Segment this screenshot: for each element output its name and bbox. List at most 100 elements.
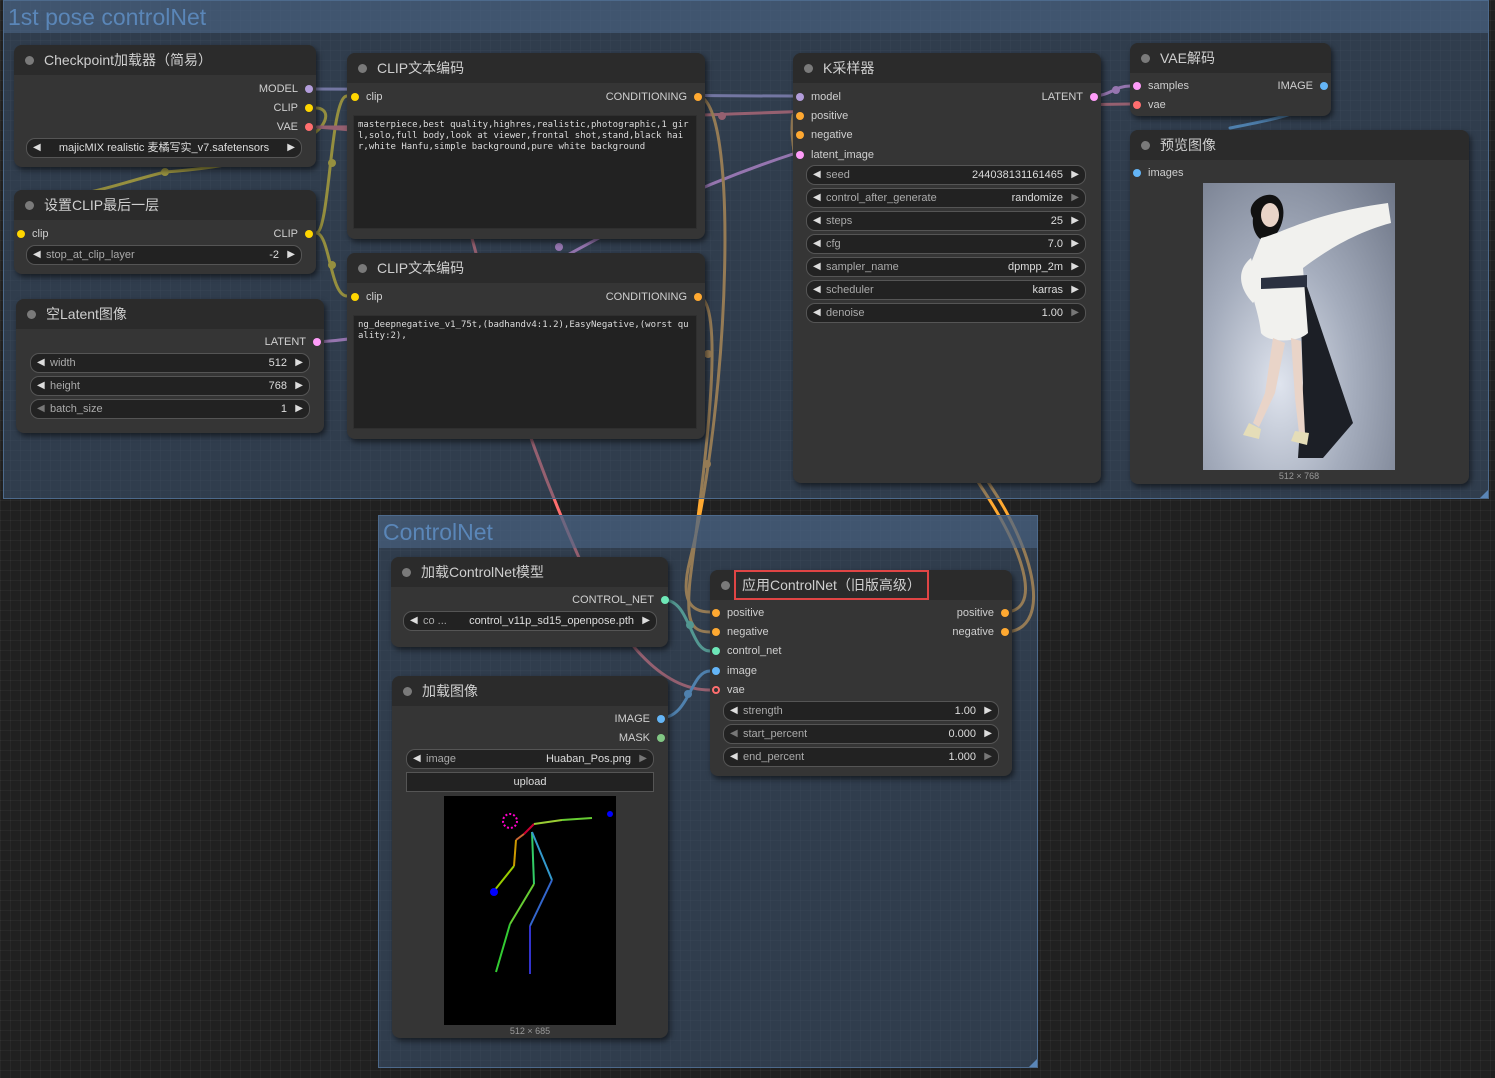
input-pin-icon[interactable]: [796, 151, 804, 159]
collapse-dot-icon[interactable]: [403, 687, 412, 696]
arrow-left-icon[interactable]: ◀: [813, 166, 821, 184]
output-conditioning[interactable]: CONDITIONING: [606, 90, 702, 104]
input-clip[interactable]: clip: [351, 90, 383, 104]
height-widget[interactable]: ◀ height 768 ▶: [30, 376, 310, 396]
arrow-left-icon[interactable]: ◀: [37, 354, 45, 372]
cfg-widget[interactable]: ◀ cfg 7.0 ▶: [806, 234, 1086, 254]
clip-set-last-layer-node[interactable]: 设置CLIP最后一层 clip CLIP ◀ stop_at_clip_layer…: [14, 190, 316, 274]
output-image[interactable]: IMAGE: [615, 712, 665, 726]
upload-button[interactable]: upload: [406, 772, 654, 792]
arrow-right-icon[interactable]: ▶: [984, 725, 992, 743]
output-clip[interactable]: CLIP: [274, 227, 313, 241]
arrow-right-icon[interactable]: ▶: [1071, 212, 1079, 230]
arrow-right-icon[interactable]: ▶: [287, 246, 295, 264]
ckpt-name-combo[interactable]: ◀ majicMIX realistic 麦橘写实_v7.safetensors ▶: [26, 138, 302, 158]
node-title[interactable]: 空Latent图像: [16, 299, 324, 329]
node-title[interactable]: 加载图像: [392, 676, 668, 706]
node-title[interactable]: 设置CLIP最后一层: [14, 190, 316, 220]
controlnet-loader-node[interactable]: 加载ControlNet模型 CONTROL_NET ◀ co ... contro…: [391, 557, 669, 647]
arrow-right-icon[interactable]: ▶: [295, 354, 303, 372]
batch-size-widget[interactable]: ◀ batch_size 1 ▶: [30, 399, 310, 419]
collapse-dot-icon[interactable]: [804, 64, 813, 73]
empty-latent-node[interactable]: 空Latent图像 LATENT ◀ width 512 ▶ ◀ height 768 ▶ …: [16, 299, 324, 433]
input-image[interactable]: image: [712, 664, 757, 678]
output-pin-icon[interactable]: [305, 230, 313, 238]
input-pin-icon[interactable]: [712, 609, 720, 617]
width-widget[interactable]: ◀ width 512 ▶: [30, 353, 310, 373]
vae-decode-node[interactable]: VAE解码 samples vae IMAGE: [1130, 43, 1331, 116]
input-pin-icon[interactable]: [796, 112, 804, 120]
output-clip[interactable]: CLIP: [274, 101, 313, 115]
arrow-right-icon[interactable]: ▶: [1071, 258, 1079, 276]
arrow-right-icon[interactable]: ▶: [1071, 304, 1079, 322]
arrow-left-icon[interactable]: ◀: [730, 748, 738, 766]
output-pin-icon[interactable]: [1001, 628, 1009, 636]
output-pin-icon[interactable]: [313, 338, 321, 346]
start-percent-widget[interactable]: ◀ start_percent 0.000 ▶: [723, 724, 999, 744]
input-positive[interactable]: positive: [796, 109, 848, 123]
input-pin-icon[interactable]: [796, 131, 804, 139]
group-resize-handle[interactable]: [1029, 1059, 1037, 1067]
input-pin-icon[interactable]: [712, 667, 720, 675]
arrow-left-icon[interactable]: ◀: [813, 281, 821, 299]
clip-text-encode-positive-node[interactable]: CLIP文本编码 clip CONDITIONING masterpiece,b…: [347, 53, 705, 239]
output-negative[interactable]: negative: [952, 625, 1009, 639]
preview-image-node[interactable]: 预览图像 images 512 × 768: [1130, 130, 1469, 484]
arrow-left-icon[interactable]: ◀: [37, 400, 45, 418]
input-pin-icon[interactable]: [351, 93, 359, 101]
arrow-right-icon[interactable]: ▶: [1071, 166, 1079, 184]
input-vae[interactable]: vae: [712, 683, 745, 697]
arrow-right-icon[interactable]: ▶: [639, 750, 647, 768]
positive-prompt-textarea[interactable]: masterpiece,best quality,highres,realist…: [353, 115, 697, 229]
arrow-left-icon[interactable]: ◀: [410, 612, 418, 630]
output-latent[interactable]: LATENT: [1042, 90, 1098, 104]
arrow-left-icon[interactable]: ◀: [813, 212, 821, 230]
arrow-left-icon[interactable]: ◀: [413, 750, 421, 768]
end-percent-widget[interactable]: ◀ end_percent 1.000 ▶: [723, 747, 999, 767]
output-image[interactable]: IMAGE: [1278, 79, 1328, 93]
generated-image-preview[interactable]: [1203, 183, 1395, 470]
output-control-net[interactable]: CONTROL_NET: [572, 593, 669, 607]
collapse-dot-icon[interactable]: [25, 56, 34, 65]
input-latent-image[interactable]: latent_image: [796, 148, 874, 162]
output-pin-icon[interactable]: [694, 93, 702, 101]
input-clip[interactable]: clip: [351, 290, 383, 304]
input-pin-icon[interactable]: [712, 686, 720, 694]
arrow-left-icon[interactable]: ◀: [813, 189, 821, 207]
input-model[interactable]: model: [796, 90, 841, 104]
checkpoint-loader-node[interactable]: Checkpoint加载器（简易） MODEL CLIP VAE ◀ majicM…: [14, 45, 316, 167]
arrow-left-icon[interactable]: ◀: [730, 725, 738, 743]
output-pin-icon[interactable]: [1001, 609, 1009, 617]
node-title[interactable]: VAE解码: [1130, 43, 1331, 73]
output-model[interactable]: MODEL: [259, 82, 313, 96]
node-title[interactable]: CLIP文本编码: [347, 53, 705, 83]
arrow-right-icon[interactable]: ▶: [295, 377, 303, 395]
ksampler-node[interactable]: K采样器 model positive negative latent_imag…: [793, 53, 1101, 483]
output-mask[interactable]: MASK: [619, 731, 665, 745]
negative-prompt-textarea[interactable]: ng_deepnegative_v1_75t,(badhandv4:1.2),E…: [353, 315, 697, 429]
collapse-dot-icon[interactable]: [358, 264, 367, 273]
input-pin-icon[interactable]: [17, 230, 25, 238]
node-title[interactable]: Checkpoint加载器（简易）: [14, 45, 316, 75]
node-title[interactable]: CLIP文本编码: [347, 253, 705, 283]
input-pin-icon[interactable]: [796, 93, 804, 101]
arrow-right-icon[interactable]: ▶: [287, 139, 295, 157]
arrow-right-icon[interactable]: ▶: [1071, 281, 1079, 299]
output-pin-icon[interactable]: [305, 123, 313, 131]
group-resize-handle[interactable]: [1480, 490, 1488, 498]
collapse-dot-icon[interactable]: [358, 64, 367, 73]
input-pin-icon[interactable]: [1133, 169, 1141, 177]
arrow-left-icon[interactable]: ◀: [813, 258, 821, 276]
output-pin-icon[interactable]: [694, 293, 702, 301]
output-pin-icon[interactable]: [657, 715, 665, 723]
clip-text-encode-negative-node[interactable]: CLIP文本编码 clip CONDITIONING ng_deepnegati…: [347, 253, 705, 439]
output-pin-icon[interactable]: [1090, 93, 1098, 101]
scheduler-widget[interactable]: ◀ scheduler karras ▶: [806, 280, 1086, 300]
input-pin-icon[interactable]: [712, 628, 720, 636]
arrow-left-icon[interactable]: ◀: [33, 246, 41, 264]
collapse-dot-icon[interactable]: [1141, 141, 1150, 150]
arrow-right-icon[interactable]: ▶: [1071, 235, 1079, 253]
collapse-dot-icon[interactable]: [721, 581, 730, 590]
input-negative[interactable]: negative: [796, 128, 853, 142]
input-pin-icon[interactable]: [1133, 82, 1141, 90]
